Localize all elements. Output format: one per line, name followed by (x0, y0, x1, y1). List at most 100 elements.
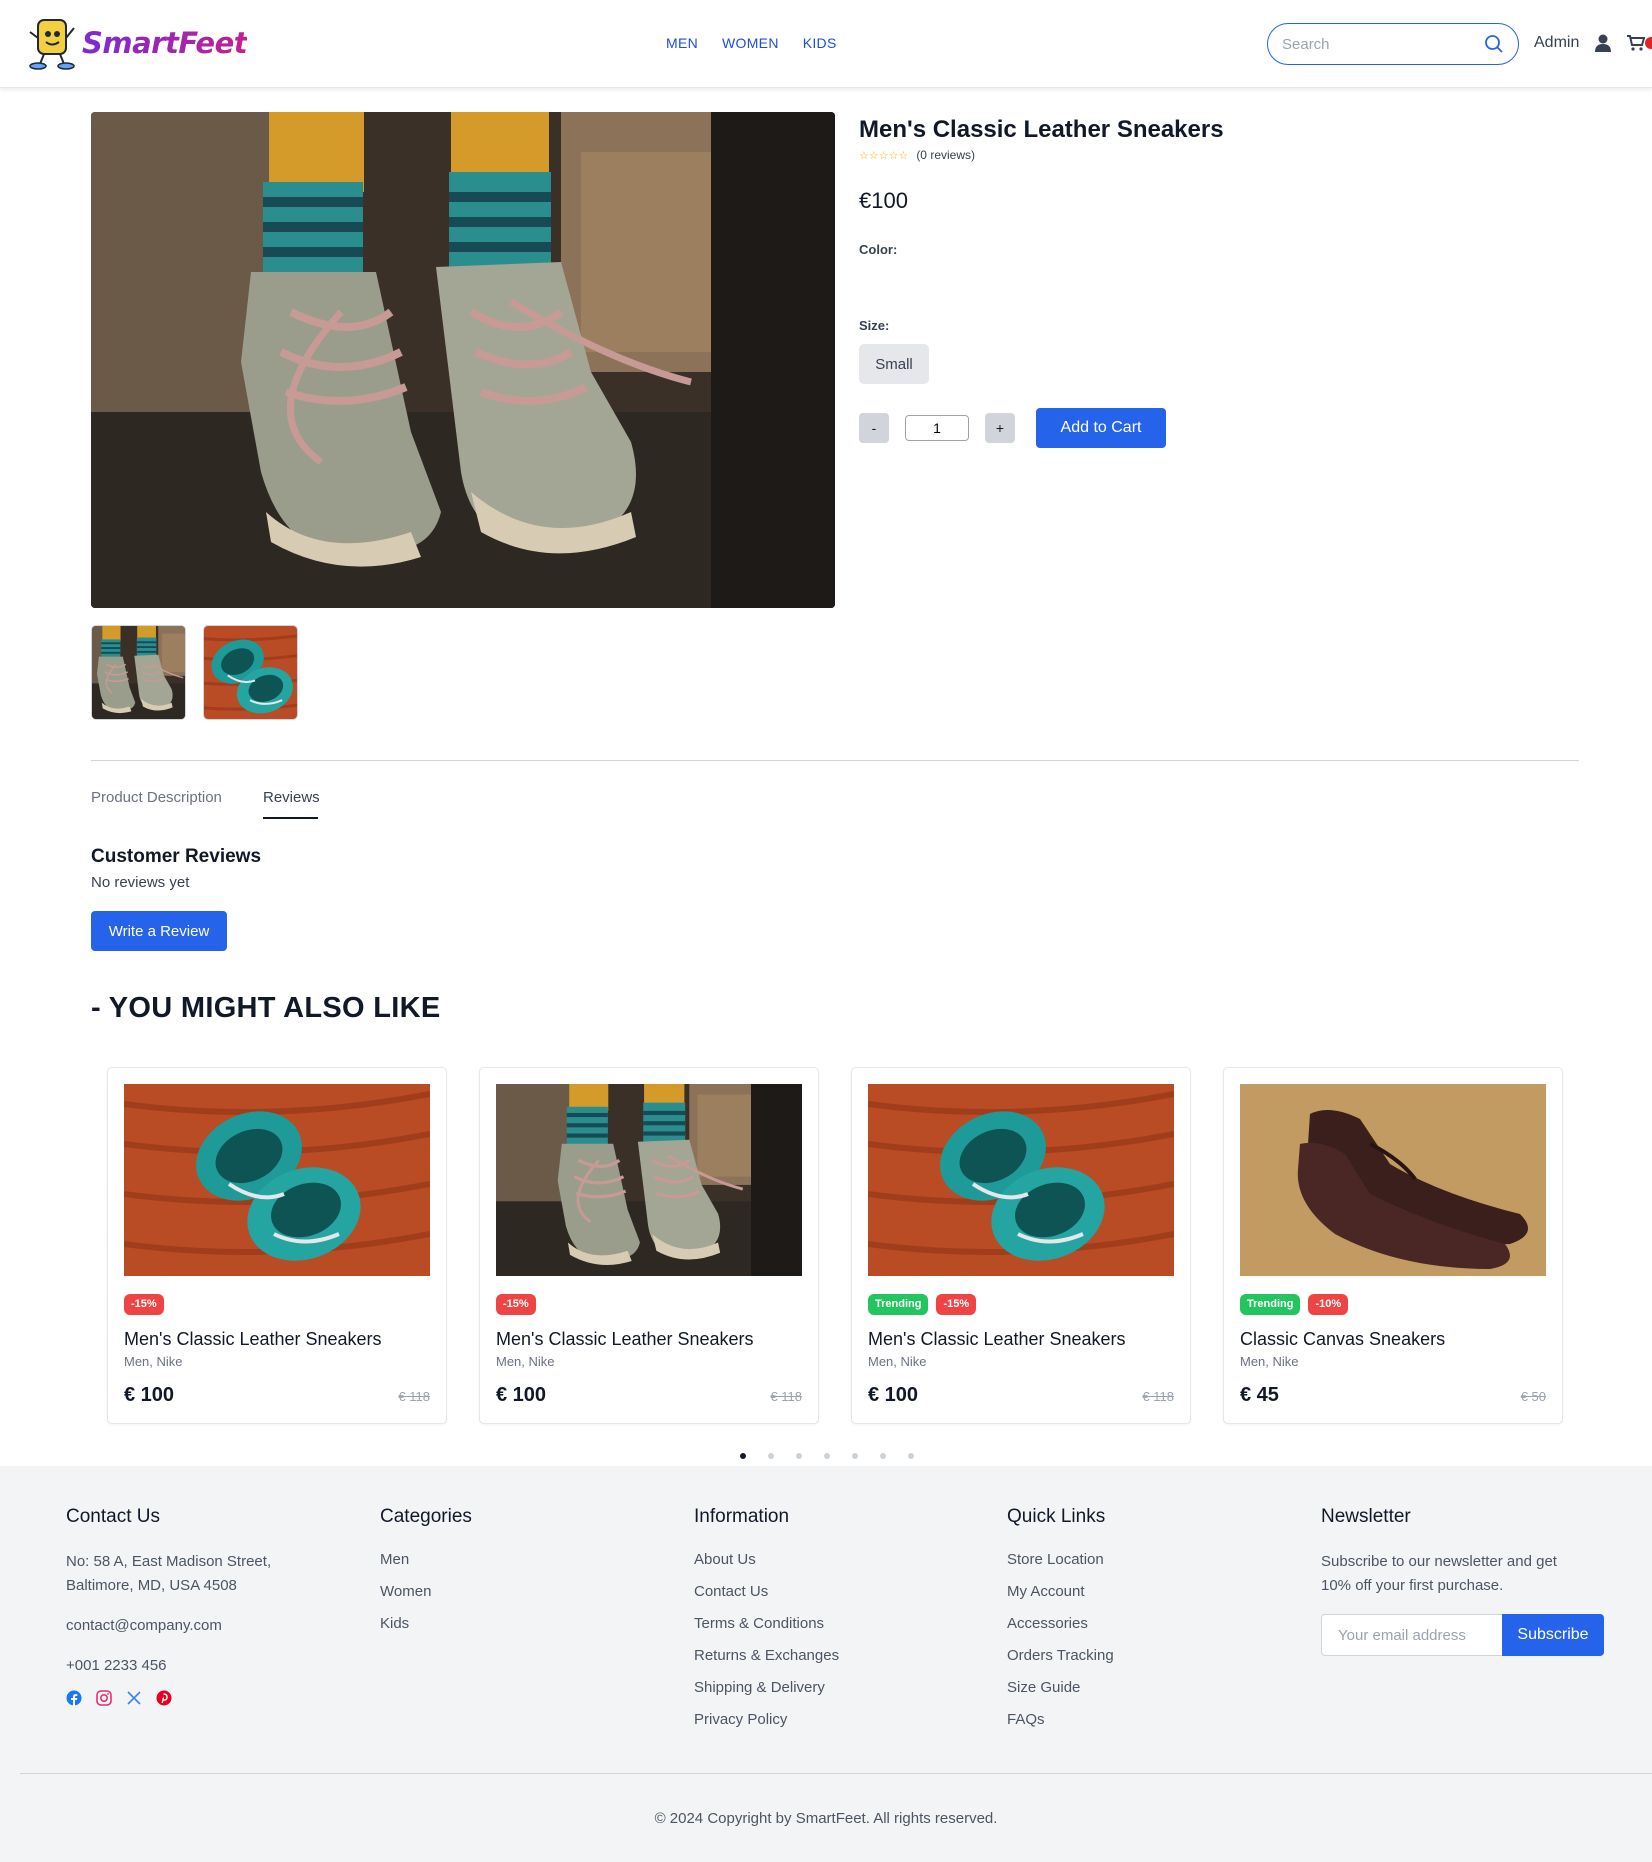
product-card-name[interactable]: Men's Classic Leather Sneakers (868, 1329, 1126, 1350)
site-logo[interactable]: SmartFeet (26, 14, 248, 72)
brand-name: SmartFeet (82, 26, 248, 60)
product-thumbnail-1[interactable] (91, 625, 186, 720)
product-card-category: Men, Nike (1240, 1354, 1299, 1369)
site-footer: Contact Us No: 58 A, East Madison Street… (0, 1466, 1652, 1862)
copyright-text: © 2024 Copyright by SmartFeet. All right… (654, 1810, 998, 1827)
footer-contact-title: Contact Us (66, 1506, 160, 1527)
footer-categories-title: Categories (380, 1506, 472, 1527)
quantity-increase-button[interactable]: + (985, 413, 1015, 443)
footer-quick-links: Quick Links Store Location My Account Ac… (1007, 1506, 1114, 1742)
reviews-count[interactable]: (0 reviews) (916, 148, 975, 162)
footer-link-accessories[interactable]: Accessories (1007, 1614, 1114, 1646)
carousel-dots (740, 1453, 914, 1459)
product-card-price: € 45 (1240, 1384, 1279, 1406)
footer-address-line: No: 58 A, East Madison Street, (66, 1553, 272, 1570)
footer-information: Information About Us Contact Us Terms & … (694, 1506, 839, 1742)
footer-link-store-location[interactable]: Store Location (1007, 1550, 1114, 1582)
quantity-decrease-button[interactable]: - (859, 413, 889, 443)
footer-link-shipping[interactable]: Shipping & Delivery (694, 1678, 839, 1710)
product-card[interactable]: Trending -15% Men's Classic Leather Snea… (851, 1067, 1191, 1424)
footer-link-returns[interactable]: Returns & Exchanges (694, 1646, 839, 1678)
active-tab-indicator (263, 817, 318, 819)
size-option-small[interactable]: Small (859, 344, 929, 384)
product-title: Men's Classic Leather Sneakers (859, 116, 1224, 143)
product-rating: ☆☆☆☆☆ (0 reviews) (859, 148, 975, 162)
search-icon[interactable] (1484, 34, 1504, 54)
footer-link-kids[interactable]: Kids (380, 1614, 472, 1646)
product-thumbnail-2[interactable] (203, 625, 298, 720)
product-card[interactable]: Trending -10% Classic Canvas Sneakers Me… (1223, 1067, 1563, 1424)
facebook-icon[interactable] (66, 1690, 82, 1706)
card-badges: Trending -15% (868, 1294, 977, 1315)
footer-email[interactable]: contact@company.com (66, 1614, 271, 1638)
product-card[interactable]: -15% Men's Classic Leather Sneakers Men,… (107, 1067, 447, 1424)
section-divider (91, 760, 1579, 761)
product-card-name[interactable]: Classic Canvas Sneakers (1240, 1329, 1445, 1350)
footer-newsletter: Newsletter Subscribe to our newsletter a… (1321, 1506, 1604, 1656)
instagram-icon[interactable] (96, 1690, 112, 1706)
product-main-image (91, 112, 835, 608)
product-card-old-price: € 118 (398, 1389, 430, 1404)
footer-address-line: Baltimore, MD, USA 4508 (66, 1577, 237, 1594)
product-card-category: Men, Nike (496, 1354, 555, 1369)
product-card-old-price: € 118 (1142, 1389, 1174, 1404)
product-card-image[interactable] (124, 1084, 430, 1276)
footer-link-men[interactable]: Men (380, 1550, 472, 1582)
product-card-image[interactable] (1240, 1084, 1546, 1276)
search-input[interactable] (1282, 35, 1472, 53)
product-card[interactable]: -15% Men's Classic Leather Sneakers Men,… (479, 1067, 819, 1424)
nav-kids[interactable]: KIDS (803, 35, 837, 51)
nav-women[interactable]: WOMEN (722, 35, 779, 51)
discount-badge: -10% (1308, 1294, 1349, 1315)
footer-link-women[interactable]: Women (380, 1582, 472, 1614)
carousel-dot[interactable] (768, 1453, 774, 1459)
footer-newsletter-title: Newsletter (1321, 1506, 1411, 1527)
discount-badge: -15% (124, 1294, 164, 1315)
footer-categories: Categories Men Women Kids (380, 1506, 472, 1646)
product-card-name[interactable]: Men's Classic Leather Sneakers (496, 1329, 754, 1350)
product-card-category: Men, Nike (868, 1354, 927, 1369)
footer-link-contact[interactable]: Contact Us (694, 1582, 839, 1614)
carousel-dot[interactable] (796, 1453, 802, 1459)
carousel-dot[interactable] (852, 1453, 858, 1459)
carousel-dot[interactable] (824, 1453, 830, 1459)
tab-product-description[interactable]: Product Description (91, 789, 222, 806)
product-card-image[interactable] (496, 1084, 802, 1276)
add-to-cart-button[interactable]: Add to Cart (1036, 408, 1166, 448)
product-price: €100 (859, 188, 908, 213)
footer-phone[interactable]: +001 2233 456 (66, 1654, 271, 1678)
quantity-input[interactable] (905, 415, 969, 441)
footer-link-my-account[interactable]: My Account (1007, 1582, 1114, 1614)
tab-reviews[interactable]: Reviews (263, 789, 320, 806)
product-card-image[interactable] (868, 1084, 1174, 1276)
x-icon[interactable] (126, 1690, 142, 1706)
footer-link-faqs[interactable]: FAQs (1007, 1710, 1114, 1742)
product-card-name[interactable]: Men's Classic Leather Sneakers (124, 1329, 382, 1350)
subscribe-button[interactable]: Subscribe (1502, 1614, 1604, 1656)
newsletter-text: Subscribe to our newsletter and get (1321, 1553, 1557, 1570)
footer-link-terms[interactable]: Terms & Conditions (694, 1614, 839, 1646)
footer-link-size-guide[interactable]: Size Guide (1007, 1678, 1114, 1710)
nav-men[interactable]: MEN (666, 35, 698, 51)
product-card-price: € 100 (496, 1384, 547, 1406)
newsletter-email-input[interactable] (1321, 1614, 1502, 1656)
admin-link[interactable]: Admin (1534, 34, 1579, 52)
search-box (1267, 23, 1519, 65)
discount-badge: -15% (496, 1294, 536, 1315)
pinterest-icon[interactable] (156, 1690, 172, 1706)
footer-link-privacy[interactable]: Privacy Policy (694, 1710, 839, 1742)
footer-information-title: Information (694, 1506, 790, 1527)
write-review-button[interactable]: Write a Review (91, 911, 227, 951)
site-header: SmartFeet MEN WOMEN KIDS Admin (0, 0, 1652, 88)
cart-icon[interactable] (1627, 35, 1645, 51)
carousel-dot[interactable] (740, 1453, 746, 1459)
footer-link-about[interactable]: About Us (694, 1550, 839, 1582)
carousel-dot[interactable] (880, 1453, 886, 1459)
footer-link-orders-tracking[interactable]: Orders Tracking (1007, 1646, 1114, 1678)
card-badges: -15% (124, 1294, 164, 1315)
user-icon[interactable] (1595, 34, 1611, 52)
newsletter-form: Subscribe (1321, 1614, 1604, 1656)
carousel-dot[interactable] (908, 1453, 914, 1459)
customer-reviews-title: Customer Reviews (91, 846, 262, 867)
card-badges: Trending -10% (1240, 1294, 1349, 1315)
